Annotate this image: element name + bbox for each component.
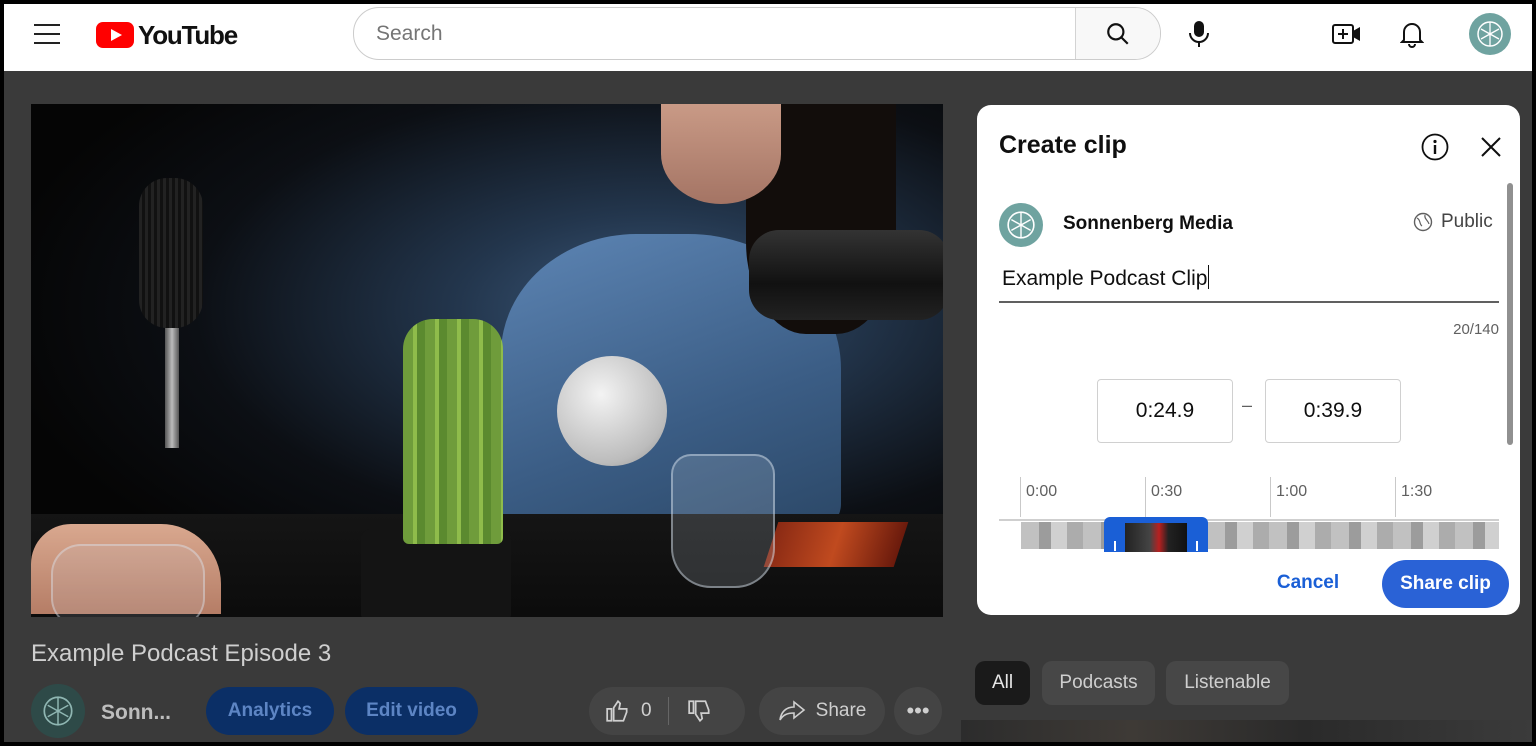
timeline-tick (1020, 477, 1021, 517)
search-button[interactable] (1075, 8, 1160, 59)
clip-start-time[interactable]: 0:24.9 (1097, 379, 1233, 443)
chip-all[interactable]: All (975, 661, 1030, 705)
visibility-selector[interactable]: Public (1413, 211, 1493, 233)
character-counter: 20/140 (1453, 321, 1499, 338)
like-button[interactable]: 0 (605, 698, 652, 724)
video-player[interactable] (31, 104, 943, 617)
account-avatar[interactable] (1469, 13, 1511, 55)
timeline-tick (1145, 477, 1146, 517)
close-button[interactable] (1473, 129, 1509, 165)
timeline-tick-label: 1:30 (1401, 483, 1433, 500)
share-button[interactable]: Share (759, 687, 885, 735)
owner-avatar (999, 203, 1043, 247)
menu-icon[interactable] (34, 24, 60, 44)
timeline-tick-label: 0:00 (1026, 483, 1058, 500)
timeline-track (999, 519, 1499, 521)
video-camera-plus-icon (1332, 24, 1360, 44)
clip-title-input[interactable]: Example Podcast Clip (999, 257, 1499, 303)
top-bar: YouTube (4, 4, 1532, 71)
chip-podcasts[interactable]: Podcasts (1042, 661, 1155, 705)
like-dislike-group: 0 (589, 687, 745, 735)
like-count: 0 (641, 700, 652, 721)
more-actions-button[interactable]: ••• (894, 687, 942, 735)
edit-video-button[interactable]: Edit video (345, 687, 478, 735)
dislike-button[interactable] (687, 698, 713, 724)
search-icon (1107, 22, 1129, 45)
text-cursor (1208, 265, 1210, 289)
clip-end-handle[interactable] (1196, 541, 1198, 551)
video-cactus (403, 319, 503, 544)
search-input[interactable] (354, 8, 1096, 59)
visibility-label: Public (1441, 211, 1493, 232)
create-clip-panel: Create clip Sonnenberg Media Public Exam… (977, 105, 1520, 615)
create-button[interactable] (1329, 16, 1365, 52)
globe-leaf-icon (1007, 211, 1035, 239)
more-horizontal-icon: ••• (906, 698, 930, 723)
clip-start-handle[interactable] (1114, 541, 1116, 551)
clip-selection-thumbnail (1125, 523, 1187, 552)
clip-end-time[interactable]: 0:39.9 (1265, 379, 1401, 443)
share-label: Share (815, 700, 867, 721)
bell-icon (1400, 23, 1424, 48)
globe-leaf-icon (43, 696, 73, 726)
timeline-tick-label: 0:30 (1151, 483, 1183, 500)
app-window: YouTube Search Example Podcast Episode 3… (4, 4, 1532, 742)
timeline-tick (1270, 477, 1271, 517)
like-divider (667, 697, 669, 725)
chip-listenable[interactable]: Listenable (1166, 661, 1289, 705)
panel-title: Create clip (999, 131, 1127, 159)
youtube-logo[interactable]: YouTube (96, 19, 238, 50)
voice-search-button[interactable] (1181, 16, 1217, 52)
globe-icon (1413, 212, 1433, 232)
channel-name[interactable]: Sonn... (101, 701, 171, 725)
share-clip-button[interactable]: Share clip (1382, 560, 1509, 608)
video-mic-left (139, 178, 203, 328)
info-icon (1421, 133, 1449, 161)
info-button[interactable] (1417, 129, 1453, 165)
microphone-icon (1189, 21, 1209, 47)
timeline-tick-label: 1:00 (1276, 483, 1308, 500)
channel-avatar[interactable] (31, 684, 85, 738)
panel-scrollbar[interactable] (1507, 183, 1513, 445)
search-bar (353, 7, 1161, 60)
globe-leaf-icon (1477, 21, 1503, 47)
youtube-play-icon (96, 22, 134, 48)
close-icon (1481, 137, 1501, 157)
timeline-tick (1395, 477, 1396, 517)
video-mic-right (749, 230, 943, 320)
timeline-filmstrip[interactable] (1021, 522, 1499, 549)
owner-name: Sonnenberg Media (1063, 213, 1233, 234)
notifications-button[interactable] (1394, 16, 1430, 52)
recommendations-preview (961, 720, 1532, 742)
share-arrow-icon (778, 700, 805, 721)
clip-title-value: Example Podcast Clip (1002, 267, 1208, 290)
thumbs-up-icon (606, 699, 628, 722)
time-separator: – (1242, 395, 1253, 415)
analytics-button[interactable]: Analytics (206, 687, 334, 735)
video-ball-mic (557, 356, 667, 466)
thumbs-down-icon (687, 700, 710, 723)
video-title: Example Podcast Episode 3 (31, 640, 332, 667)
cancel-button[interactable]: Cancel (1265, 560, 1351, 606)
logo-text: YouTube (138, 19, 238, 50)
